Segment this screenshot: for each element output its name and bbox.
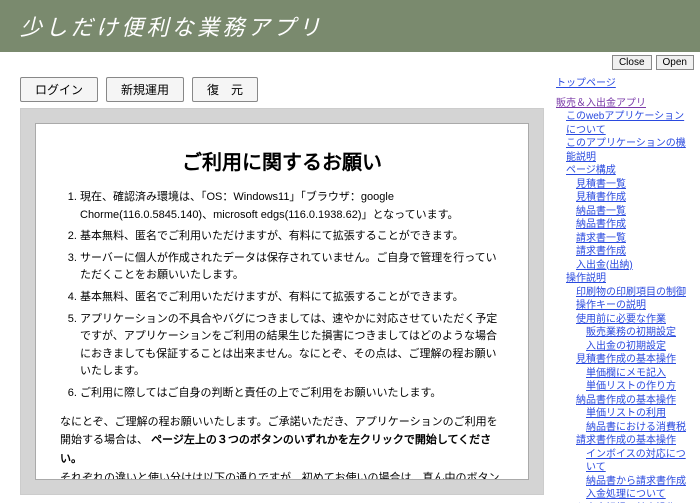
notice-footer: なにとぞ、ご理解の程お願いいたします。ご承諾いただき、アプリケーションのご利用を… bbox=[60, 413, 504, 480]
sidebar-link[interactable]: 納品書一覧 bbox=[576, 206, 626, 217]
sidebar-link[interactable]: 単価リストの利用 bbox=[586, 408, 666, 419]
sidebar-link[interactable]: ページ構成 bbox=[566, 165, 616, 176]
sidebar-top-link[interactable]: トップページ bbox=[556, 78, 616, 89]
login-button[interactable]: ログイン bbox=[20, 77, 98, 102]
sidebar-link[interactable]: 請求書一覧 bbox=[576, 233, 626, 244]
open-button[interactable]: Open bbox=[656, 55, 694, 70]
sidebar-link[interactable]: 請求書作成 bbox=[576, 246, 626, 257]
content-frame: ご利用に関するお願い 現在、確認済み環境は、「OS：Windows11」「ブラウ… bbox=[20, 108, 544, 495]
sidebar-link[interactable]: 使用前に必要な作業 bbox=[576, 314, 666, 325]
main-area: ログイン 新規運用 復 元 ご利用に関するお願い 現在、確認済み環境は、「OS：… bbox=[0, 73, 700, 503]
sidebar-link[interactable]: 納品書から請求書作成 bbox=[586, 476, 686, 487]
sidebar-link[interactable]: 見積書作成の基本操作 bbox=[576, 354, 676, 365]
sidebar-link[interactable]: 入金処理について bbox=[586, 489, 666, 500]
sidebar-link[interactable]: 納品書作成 bbox=[576, 219, 626, 230]
sidebar-link[interactable]: 販売業務の初期設定 bbox=[586, 327, 676, 338]
notice-title: ご利用に関するお願い bbox=[60, 146, 504, 175]
sidebar-link[interactable]: 入出金の初期設定 bbox=[586, 341, 666, 352]
sidebar-link[interactable]: 納品書における消費税 bbox=[586, 422, 686, 433]
action-button-row: ログイン 新規運用 復 元 bbox=[20, 77, 544, 102]
notice-item: ご利用に際してはご自身の判断と責任の上でご利用をお願いいたします。 bbox=[80, 385, 504, 403]
notice-list: 現在、確認済み環境は、「OS：Windows11」「ブラウザ：google Ch… bbox=[60, 189, 504, 403]
notice-item: アプリケーションの不具合やバグにつきましては、速やかに対応させていただく予定です… bbox=[80, 311, 504, 381]
sidebar-link[interactable]: 納品書作成の基本操作 bbox=[576, 395, 676, 406]
notice-footer-post: それぞれの違いと使い分けは以下の通りですが、初めてお使いの場合は、真ん中のボタン bbox=[60, 472, 499, 480]
notice-box: ご利用に関するお願い 現在、確認済み環境は、「OS：Windows11」「ブラウ… bbox=[35, 123, 529, 480]
sidebar-link[interactable]: 単価欄にメモ記入 bbox=[586, 368, 666, 379]
close-button[interactable]: Close bbox=[612, 55, 652, 70]
sidebar-link[interactable]: 見積書一覧 bbox=[576, 179, 626, 190]
sidebar-link[interactable]: 印刷物の印刷項目の制御 bbox=[576, 287, 686, 298]
sidebar-link[interactable]: 操作キーの説明 bbox=[576, 300, 646, 311]
sidebar-link[interactable]: このアプリケーションの機能説明 bbox=[566, 138, 686, 163]
sidebar-link[interactable]: 入出金(出納) bbox=[576, 260, 633, 271]
new-operation-button[interactable]: 新規運用 bbox=[106, 77, 184, 102]
sidebar-link[interactable]: 操作説明 bbox=[566, 273, 606, 284]
sidebar-link[interactable]: インボイスの対応について bbox=[586, 449, 686, 474]
sidebar-group1-title[interactable]: 販売＆入出金アプリ bbox=[556, 98, 646, 109]
app-title: 少しだけ便利な業務アプリ bbox=[20, 15, 324, 40]
sidebar-link[interactable]: 請求書作成の基本操作 bbox=[576, 435, 676, 446]
notice-item: 基本無料、匿名でご利用いただけますが、有料にて拡張することができます。 bbox=[80, 228, 504, 246]
sidebar-link[interactable]: 見積書作成 bbox=[576, 192, 626, 203]
left-pane: ログイン 新規運用 復 元 ご利用に関するお願い 現在、確認済み環境は、「OS：… bbox=[0, 73, 552, 503]
sidebar-link[interactable]: 単価リストの作り方 bbox=[586, 381, 676, 392]
restore-button[interactable]: 復 元 bbox=[192, 77, 258, 102]
notice-item: 基本無料、匿名でご利用いただけますが、有料にて拡張することができます。 bbox=[80, 289, 504, 307]
app-header: 少しだけ便利な業務アプリ bbox=[0, 0, 700, 52]
sidebar-link[interactable]: このwebアプリケーションについて bbox=[566, 111, 684, 136]
notice-item: サーバーに個人が作成されたデータは保存されていません。ご自身で管理を行っていただ… bbox=[80, 250, 504, 285]
window-controls: Close Open bbox=[0, 52, 700, 73]
notice-item: 現在、確認済み環境は、「OS：Windows11」「ブラウザ：google Ch… bbox=[80, 189, 504, 224]
sidebar-nav: トップページ 販売＆入出金アプリ このwebアプリケーションについてこのアプリケ… bbox=[552, 73, 700, 503]
